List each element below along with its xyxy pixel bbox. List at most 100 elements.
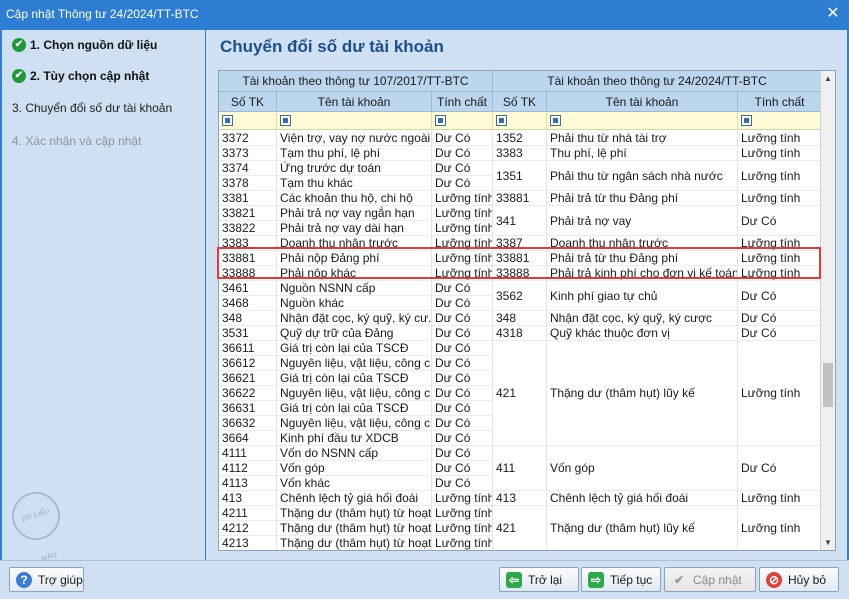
table-cell[interactable]: 3383: [219, 236, 277, 251]
table-cell[interactable]: 4211: [219, 506, 277, 521]
help-button[interactable]: ? Trợ giúp: [9, 567, 84, 592]
table-cell[interactable]: 1351: [493, 161, 547, 191]
table-cell[interactable]: Chênh lệch tỷ giá hối đoái: [547, 491, 738, 506]
table-cell[interactable]: Phải nộp Đảng phí: [277, 251, 432, 266]
table-cell[interactable]: 33881: [493, 251, 547, 266]
table-cell[interactable]: 33822: [219, 221, 277, 236]
table-cell[interactable]: Thặng dư (thâm hụt) lũy kế: [547, 341, 738, 446]
table-cell[interactable]: Phải trả từ thu Đảng phí: [547, 251, 738, 266]
table-cell[interactable]: Dư Có: [432, 476, 493, 491]
table-cell[interactable]: Dư Có: [432, 176, 493, 191]
table-cell[interactable]: Dư Có: [432, 401, 493, 416]
table-cell[interactable]: 33881: [219, 251, 277, 266]
table-cell[interactable]: 36622: [219, 386, 277, 401]
table-cell[interactable]: Kinh phí đầu tư XDCB: [277, 431, 432, 446]
table-cell[interactable]: 3374: [219, 161, 277, 176]
table-cell[interactable]: Dư Có: [432, 341, 493, 356]
column-header[interactable]: Tính chất: [738, 92, 822, 112]
column-header[interactable]: Tính chất: [432, 92, 493, 112]
table-cell[interactable]: 348: [219, 311, 277, 326]
table-cell[interactable]: 3387: [493, 236, 547, 251]
table-cell[interactable]: 36612: [219, 356, 277, 371]
filter-icon[interactable]: [550, 115, 561, 126]
filter-cell[interactable]: [219, 112, 277, 130]
filter-icon[interactable]: [435, 115, 446, 126]
table-cell[interactable]: Nguyên liệu, vật liệu, công c...: [277, 386, 432, 401]
table-cell[interactable]: Lưỡng tính: [738, 191, 822, 206]
table-cell[interactable]: Viện trợ, vay nợ nước ngoài: [277, 131, 432, 146]
table-cell[interactable]: Lưỡng tính: [432, 236, 493, 251]
update-button[interactable]: ✔ Cập nhật: [664, 567, 756, 592]
table-cell[interactable]: Dư Có: [432, 461, 493, 476]
table-cell[interactable]: 4213: [219, 536, 277, 550]
filter-cell[interactable]: [738, 112, 822, 130]
table-cell[interactable]: Lưỡng tính: [738, 131, 822, 146]
table-cell[interactable]: Lưỡng tính: [432, 536, 493, 550]
table-cell[interactable]: Dư Có: [432, 146, 493, 161]
table-cell[interactable]: Lưỡng tính: [432, 266, 493, 281]
table-cell[interactable]: Dư Có: [432, 446, 493, 461]
table-cell[interactable]: 421: [493, 341, 547, 446]
table-cell[interactable]: 421: [493, 506, 547, 550]
table-cell[interactable]: 33821: [219, 206, 277, 221]
table-cell[interactable]: 341: [493, 206, 547, 236]
table-cell[interactable]: Dư Có: [432, 371, 493, 386]
table-cell[interactable]: Dư Có: [738, 326, 822, 341]
table-cell[interactable]: Quỹ dự trữ của Đảng: [277, 326, 432, 341]
table-cell[interactable]: Thặng dư (thâm hụt) từ hoạt...: [277, 536, 432, 550]
table-cell[interactable]: Dư Có: [432, 131, 493, 146]
table-cell[interactable]: 3461: [219, 281, 277, 296]
table-cell[interactable]: Nguồn NSNN cấp: [277, 281, 432, 296]
table-cell[interactable]: Lưỡng tính: [738, 506, 822, 550]
table-cell[interactable]: 3373: [219, 146, 277, 161]
filter-icon[interactable]: [741, 115, 752, 126]
table-cell[interactable]: Dư Có: [738, 446, 822, 491]
table-cell[interactable]: Vốn khác: [277, 476, 432, 491]
table-cell[interactable]: 3531: [219, 326, 277, 341]
table-cell[interactable]: 3381: [219, 191, 277, 206]
back-button[interactable]: ⇦ Trở lại: [499, 567, 579, 592]
table-cell[interactable]: Nhận đặt cọc, ký quỹ, ký cư...: [277, 311, 432, 326]
table-cell[interactable]: Phải trả kinh phí cho đơn vị kế toán...: [547, 266, 738, 281]
table-cell[interactable]: Vốn góp: [547, 446, 738, 491]
table-cell[interactable]: Doanh thu nhận trước: [277, 236, 432, 251]
next-button[interactable]: ⇨ Tiếp tục: [581, 567, 661, 592]
table-cell[interactable]: Thặng dư (thâm hụt) từ hoạt...: [277, 506, 432, 521]
table-cell[interactable]: 33888: [493, 266, 547, 281]
table-cell[interactable]: 4112: [219, 461, 277, 476]
table-cell[interactable]: 411: [493, 446, 547, 491]
table-cell[interactable]: Lưỡng tính: [432, 206, 493, 221]
table-cell[interactable]: 3562: [493, 281, 547, 311]
table-cell[interactable]: 4212: [219, 521, 277, 536]
table-cell[interactable]: 36631: [219, 401, 277, 416]
table-cell[interactable]: Dư Có: [432, 326, 493, 341]
scroll-up-icon[interactable]: ▲: [821, 71, 835, 86]
table-cell[interactable]: Dư Có: [432, 356, 493, 371]
table-cell[interactable]: Thu phí, lệ phí: [547, 146, 738, 161]
column-header[interactable]: Tên tài khoản: [277, 92, 432, 112]
table-cell[interactable]: Nhận đặt cọc, ký quỹ, ký cược: [547, 311, 738, 326]
table-cell[interactable]: Giá trị còn lại của TSCĐ: [277, 401, 432, 416]
table-cell[interactable]: Thặng dư (thâm hụt) từ hoạt...: [277, 521, 432, 536]
table-cell[interactable]: Kinh phí giao tự chủ: [547, 281, 738, 311]
table-cell[interactable]: Tạm thu khác: [277, 176, 432, 191]
table-cell[interactable]: Doanh thu nhận trước: [547, 236, 738, 251]
table-cell[interactable]: Chênh lệch tỷ giá hối đoái: [277, 491, 432, 506]
table-cell[interactable]: Lưỡng tính: [432, 221, 493, 236]
table-cell[interactable]: 33888: [219, 266, 277, 281]
table-cell[interactable]: Lưỡng tính: [432, 191, 493, 206]
filter-cell[interactable]: [493, 112, 547, 130]
table-cell[interactable]: Thặng dư (thâm hụt) lũy kế: [547, 506, 738, 550]
table-cell[interactable]: Phải nộp khác: [277, 266, 432, 281]
table-cell[interactable]: Lưỡng tính: [432, 521, 493, 536]
table-cell[interactable]: Lưỡng tính: [738, 161, 822, 191]
table-cell[interactable]: Giá trị còn lại của TSCĐ: [277, 341, 432, 356]
table-cell[interactable]: 3468: [219, 296, 277, 311]
table-cell[interactable]: Lưỡng tính: [432, 251, 493, 266]
table-cell[interactable]: Giá trị còn lại của TSCĐ: [277, 371, 432, 386]
table-cell[interactable]: Nguồn khác: [277, 296, 432, 311]
table-cell[interactable]: Phải thu từ ngân sách nhà nước: [547, 161, 738, 191]
filter-cell[interactable]: [432, 112, 493, 130]
table-cell[interactable]: Lưỡng tính: [738, 146, 822, 161]
filter-icon[interactable]: [496, 115, 507, 126]
